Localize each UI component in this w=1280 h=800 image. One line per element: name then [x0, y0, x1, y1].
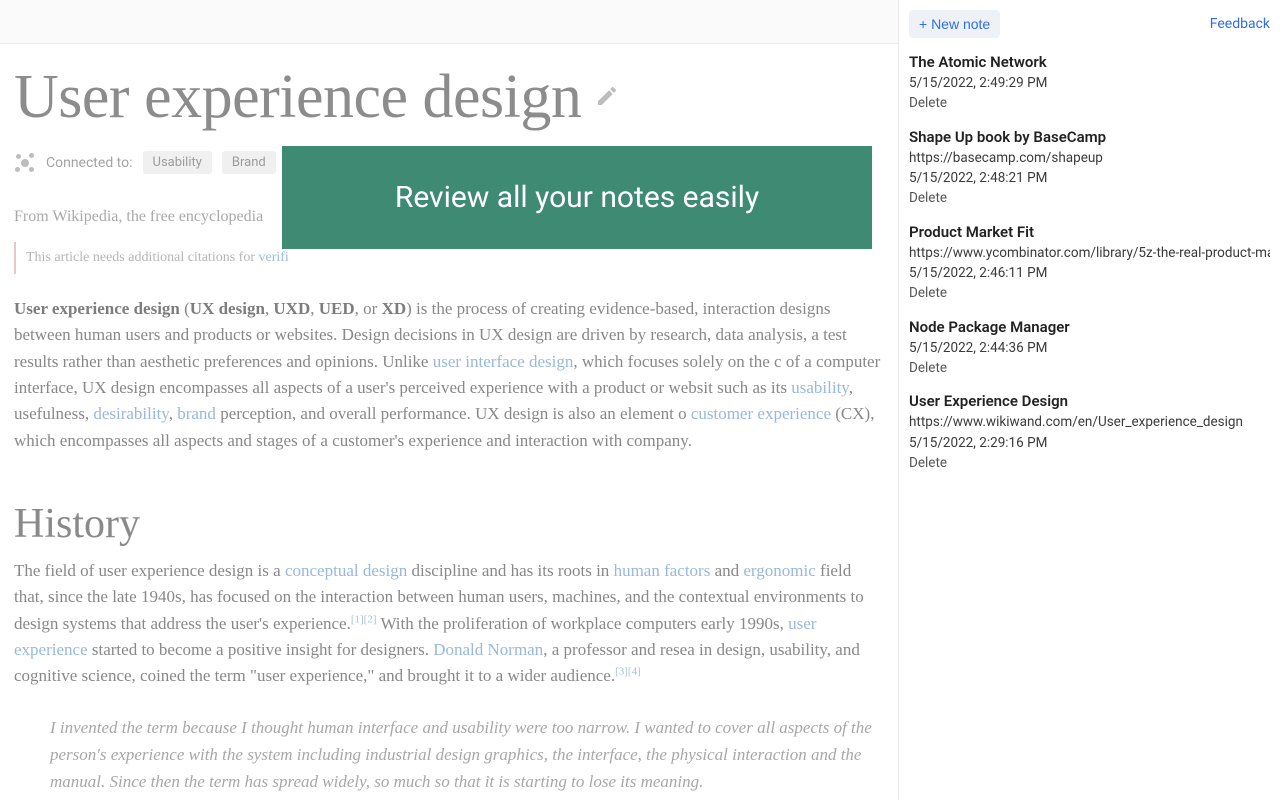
- history-paragraph: The field of user experience design is a…: [14, 558, 884, 690]
- note-delete-link[interactable]: Delete: [909, 454, 1270, 472]
- note-timestamp: 5/15/2022, 2:29:16 PM: [909, 434, 1270, 452]
- note-url[interactable]: https://basecamp.com/shapeup: [909, 149, 1270, 167]
- page-title: User experience design: [14, 62, 581, 133]
- top-bar: [0, 0, 898, 44]
- note-title[interactable]: The Atomic Network: [909, 52, 1270, 72]
- citation-notice-text: This article needs additional citations …: [26, 250, 258, 265]
- article-pane: User experience design Connected to: Usa…: [0, 0, 898, 800]
- note-item[interactable]: Shape Up book by BaseCamp https://basecam…: [909, 127, 1270, 208]
- history-heading: History: [14, 500, 884, 548]
- citation-notice-link[interactable]: verifi: [258, 250, 288, 265]
- overlay-banner: Review all your notes easily: [282, 146, 872, 249]
- feedback-link[interactable]: Feedback: [1210, 16, 1270, 32]
- note-url[interactable]: https://www.wikiwand.com/en/User_experie…: [909, 413, 1270, 431]
- tag-brand[interactable]: Brand: [222, 151, 276, 174]
- note-timestamp: 5/15/2022, 2:49:29 PM: [909, 74, 1270, 92]
- note-delete-link[interactable]: Delete: [909, 189, 1270, 207]
- new-note-button[interactable]: + New note: [909, 10, 1000, 38]
- note-title[interactable]: Node Package Manager: [909, 317, 1270, 337]
- note-item[interactable]: User Experience Design https://www.wikiwa…: [909, 391, 1270, 472]
- notes-sidebar: + New note Feedback The Atomic Network 5/…: [898, 0, 1280, 800]
- intro-paragraph: User experience design (UX design, UXD, …: [14, 296, 884, 454]
- note-item[interactable]: Product Market Fit https://www.ycombinato…: [909, 222, 1270, 303]
- note-url[interactable]: https://www.ycombinator.com/library/5z-t…: [909, 244, 1270, 262]
- note-timestamp: 5/15/2022, 2:44:36 PM: [909, 339, 1270, 357]
- note-title[interactable]: User Experience Design: [909, 391, 1270, 411]
- note-title[interactable]: Shape Up book by BaseCamp: [909, 127, 1270, 147]
- notes-list: The Atomic Network 5/15/2022, 2:49:29 PM D…: [909, 52, 1270, 472]
- tag-usability[interactable]: Usability: [143, 151, 212, 174]
- note-timestamp: 5/15/2022, 2:48:21 PM: [909, 169, 1270, 187]
- graph-icon: [14, 152, 36, 174]
- edit-icon[interactable]: [595, 84, 619, 112]
- title-row: User experience design: [14, 62, 884, 133]
- note-item[interactable]: The Atomic Network 5/15/2022, 2:49:29 PM D…: [909, 52, 1270, 113]
- sidebar-top: + New note Feedback: [909, 10, 1270, 38]
- note-delete-link[interactable]: Delete: [909, 94, 1270, 112]
- blockquote: I invented the term because I thought hu…: [50, 714, 884, 796]
- note-delete-link[interactable]: Delete: [909, 359, 1270, 377]
- note-timestamp: 5/15/2022, 2:46:11 PM: [909, 264, 1270, 282]
- note-title[interactable]: Product Market Fit: [909, 222, 1270, 242]
- connected-label: Connected to:: [46, 155, 133, 171]
- note-item[interactable]: Node Package Manager 5/15/2022, 2:44:36 P…: [909, 317, 1270, 378]
- overlay-text: Review all your notes easily: [395, 180, 759, 215]
- note-delete-link[interactable]: Delete: [909, 284, 1270, 302]
